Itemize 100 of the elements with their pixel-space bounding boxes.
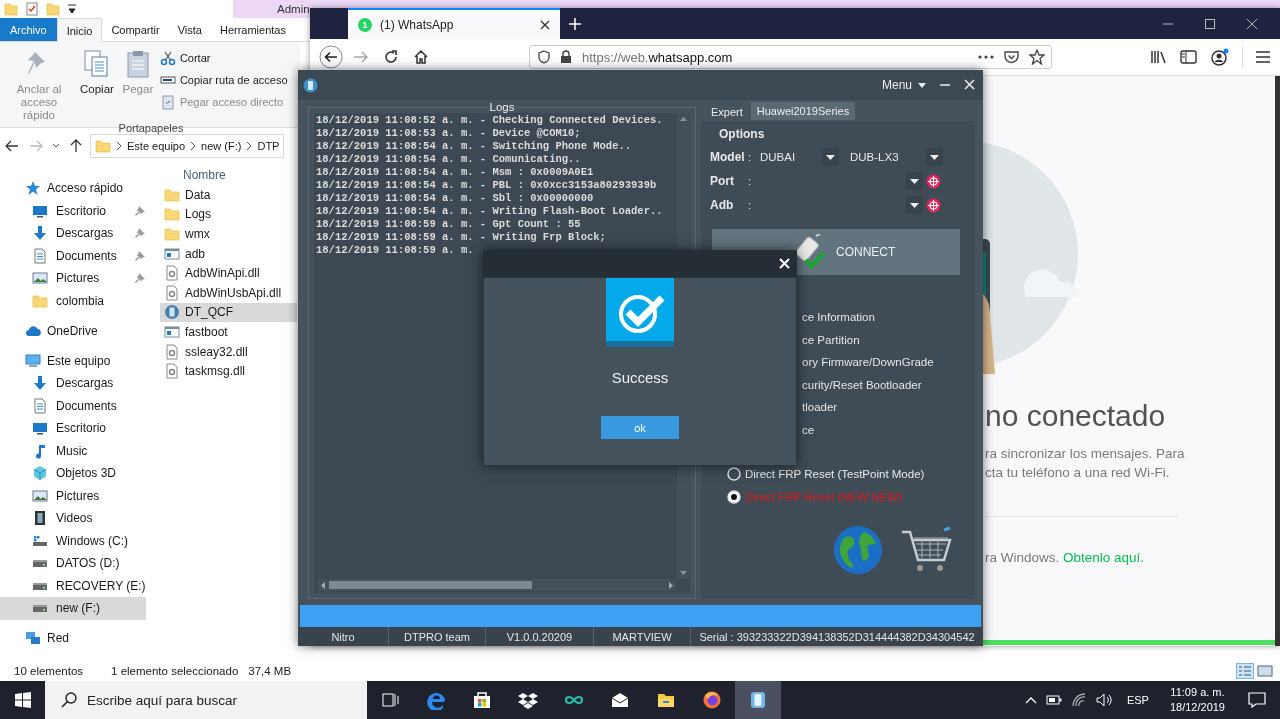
dropdown-button[interactable] — [906, 172, 923, 190]
back-arrow-icon[interactable] — [5, 140, 19, 152]
ribbon-tab[interactable]: Herramientas — [210, 18, 286, 41]
down-arrow-icon — [32, 225, 48, 242]
horizontal-scrollbar[interactable] — [318, 579, 676, 591]
breadcrumb-item[interactable]: new (F:) — [201, 140, 242, 152]
file-item[interactable]: Logs — [160, 204, 297, 225]
envelope-icon[interactable] — [610, 690, 630, 710]
file-menu-tab[interactable]: Archivo — [0, 18, 57, 41]
clock[interactable]: 11:09 a. m. 18/12/2019 — [1169, 685, 1225, 715]
file-item[interactable]: ssleay32.dll — [160, 341, 297, 362]
ribbon-command[interactable]: Copiar — [78, 48, 116, 122]
refresh-target-icon[interactable] — [926, 173, 941, 189]
more-dots-icon[interactable] — [978, 55, 994, 59]
file-item[interactable]: AdbWinApi.dll — [160, 263, 297, 283]
maximize-icon[interactable] — [1204, 17, 1216, 30]
nav-item[interactable]: Objetos 3D — [0, 462, 146, 485]
nav-item[interactable]: Acceso rápido — [0, 177, 146, 200]
dropdown-button[interactable] — [822, 148, 839, 166]
tab[interactable]: Expert — [705, 104, 749, 120]
up-arrow-icon[interactable] — [70, 139, 82, 153]
nav-item[interactable]: Este equipo — [0, 349, 146, 372]
dropdown-button[interactable] — [926, 148, 943, 166]
refresh-target-icon[interactable] — [926, 197, 941, 213]
file-item[interactable]: Data — [160, 185, 297, 205]
file-item[interactable]: DT_QCF — [160, 302, 297, 323]
close-icon[interactable] — [540, 19, 550, 30]
nav-item[interactable]: Pictures — [0, 267, 146, 290]
account-icon[interactable] — [1210, 48, 1230, 66]
ribbon-command[interactable]: Cortar — [159, 48, 288, 68]
radio-label[interactable]: Direct FRP Reset (TestPoint Mode) — [745, 468, 925, 481]
nav-item[interactable]: Videos — [0, 507, 146, 530]
taskbar-button[interactable] — [735, 681, 781, 719]
e-browser-icon[interactable] — [426, 690, 446, 710]
nav-item[interactable]: Windows (C:) — [0, 529, 146, 552]
file-item[interactable]: wmx — [160, 224, 297, 244]
radio-button[interactable] — [727, 489, 741, 504]
column-header[interactable]: Nombre — [160, 165, 297, 185]
menu-button[interactable]: Menu — [881, 78, 926, 92]
file-item[interactable]: AdbWinUsbApi.dll — [160, 282, 297, 303]
nav-item[interactable]: Red — [0, 627, 146, 650]
chevron-down-icon[interactable] — [52, 143, 60, 149]
dropdown-button[interactable] — [906, 196, 923, 214]
caret-down-icon — [918, 82, 926, 88]
reload-icon[interactable] — [383, 49, 399, 65]
nav-item[interactable]: Documents — [0, 244, 146, 267]
chevron-up-icon[interactable] — [1024, 696, 1037, 704]
close-icon[interactable] — [1246, 17, 1258, 30]
library-icon[interactable] — [1150, 49, 1168, 65]
nav-item[interactable]: Music — [0, 439, 146, 462]
radio-button[interactable] — [727, 467, 741, 482]
pocket-icon[interactable] — [1004, 50, 1019, 64]
file-item[interactable]: adb — [160, 243, 297, 264]
browser-tab[interactable]: 1 (1) WhatsApp — [348, 8, 560, 39]
nav-item[interactable]: Escritorio — [0, 199, 146, 222]
back-icon[interactable] — [319, 45, 343, 69]
nav-item[interactable]: Escritorio — [0, 417, 146, 440]
diamond-box-icon[interactable] — [518, 690, 538, 710]
nav-item[interactable]: Descargas — [0, 372, 146, 395]
file-item[interactable]: taskmsg.dll — [160, 361, 297, 381]
ribbon-tab[interactable]: Inicio — [56, 18, 103, 42]
menu-icon[interactable] — [1255, 50, 1271, 64]
address-field[interactable]: https://web.whatsapp.com — [529, 45, 1052, 69]
nav-item[interactable]: DATOS (D:) — [0, 552, 146, 575]
breadcrumb-item[interactable]: DTP — [257, 140, 280, 152]
task-view-icon[interactable] — [380, 690, 400, 710]
search-field[interactable]: Escribe aquí para buscar — [45, 681, 367, 719]
shopping-bag-icon[interactable] — [472, 690, 492, 710]
nav-item[interactable]: Documents — [0, 394, 146, 417]
battery-icon[interactable] — [1045, 695, 1062, 705]
nav-item[interactable]: Descargas — [0, 222, 146, 245]
nav-item[interactable]: new (F:) — [0, 597, 146, 620]
star-icon[interactable] — [1029, 49, 1045, 65]
notification-icon[interactable] — [1248, 692, 1266, 708]
tab-title: (1) WhatsApp — [380, 17, 455, 32]
sidebar-icon[interactable] — [1180, 49, 1198, 65]
language-indicator[interactable]: ESP — [1126, 694, 1149, 706]
new-tab-icon[interactable] — [568, 16, 582, 31]
chevron-icon — [190, 141, 197, 151]
speaker-icon[interactable] — [1095, 693, 1114, 707]
nav-item[interactable]: OneDrive — [0, 319, 146, 342]
address-bar[interactable]: Este equipo new (F:) DTP — [90, 134, 284, 158]
nav-item[interactable]: RECOVERY (E:) — [0, 574, 146, 597]
home-icon[interactable] — [413, 49, 429, 65]
breadcrumb-item[interactable]: Este equipo — [127, 140, 186, 152]
tiles-view-button[interactable] — [1256, 663, 1274, 679]
file-item[interactable]: fastboot — [160, 322, 297, 342]
globe-browser-icon[interactable] — [702, 690, 722, 710]
nav-item[interactable]: Pictures — [0, 484, 146, 507]
ribbon-tab[interactable]: Vista — [168, 18, 211, 41]
phone-app-icon[interactable] — [748, 690, 768, 710]
nav-item[interactable]: colombia — [0, 289, 146, 312]
wifi-icon[interactable] — [1070, 693, 1087, 707]
scrollbar-thumb[interactable] — [329, 581, 532, 589]
checklist-icon[interactable] — [25, 2, 39, 16]
tab[interactable]: Huawei2019Series — [750, 102, 856, 120]
ribbon-command[interactable]: Copiar ruta de acceso — [159, 70, 288, 90]
dropdown-caret-icon[interactable] — [67, 3, 77, 15]
log-line: 18/12/2019 11:08:54 a. m. - Comunicating.. — [316, 153, 581, 166]
ribbon-tab[interactable]: Compartir — [102, 18, 169, 41]
